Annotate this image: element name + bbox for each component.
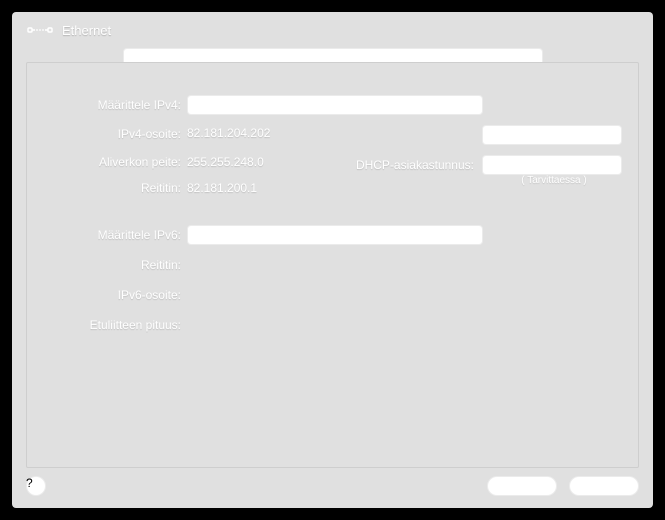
label-prefix-length: Etuliitteen pituus: bbox=[27, 318, 187, 332]
label-router-v6: Reititin: bbox=[27, 258, 187, 272]
label-router-v4: Reititin: bbox=[27, 181, 187, 195]
ok-button[interactable] bbox=[569, 476, 639, 496]
help-button[interactable]: ? bbox=[26, 476, 46, 496]
network-settings-window: Ethernet Määrittele IPv4: IPv4-osoite: 8… bbox=[12, 12, 653, 508]
value-ipv4-address: 82.181.204.202 bbox=[187, 126, 270, 140]
header: Ethernet bbox=[12, 12, 653, 46]
label-subnet-mask: Aliverkon peite: bbox=[27, 155, 187, 169]
label-ipv6-address: IPv6-osoite: bbox=[27, 288, 187, 302]
value-router-v4: 82.181.200.1 bbox=[187, 181, 257, 195]
label-configure-ipv4: Määrittele IPv4: bbox=[27, 98, 187, 112]
renew-dhcp-lease-button[interactable] bbox=[482, 125, 622, 145]
configure-ipv6-dropdown[interactable] bbox=[187, 225, 483, 245]
dhcp-hint: ( Tarvittaessa ) bbox=[484, 175, 624, 186]
cancel-button[interactable] bbox=[487, 476, 557, 496]
settings-panel: Määrittele IPv4: IPv4-osoite: 82.181.204… bbox=[26, 62, 639, 468]
footer: ? bbox=[12, 468, 653, 508]
header-title: Ethernet bbox=[62, 23, 111, 38]
value-subnet-mask: 255.255.248.0 bbox=[187, 155, 264, 169]
dhcp-client-id-input[interactable] bbox=[482, 155, 622, 175]
label-dhcp-client-id: DHCP-asiakastunnus: bbox=[356, 158, 474, 172]
label-configure-ipv6: Määrittele IPv6: bbox=[27, 228, 187, 242]
configure-ipv4-dropdown[interactable] bbox=[187, 95, 483, 115]
ethernet-icon bbox=[26, 20, 54, 40]
label-ipv4-address: IPv4-osoite: bbox=[27, 125, 187, 141]
